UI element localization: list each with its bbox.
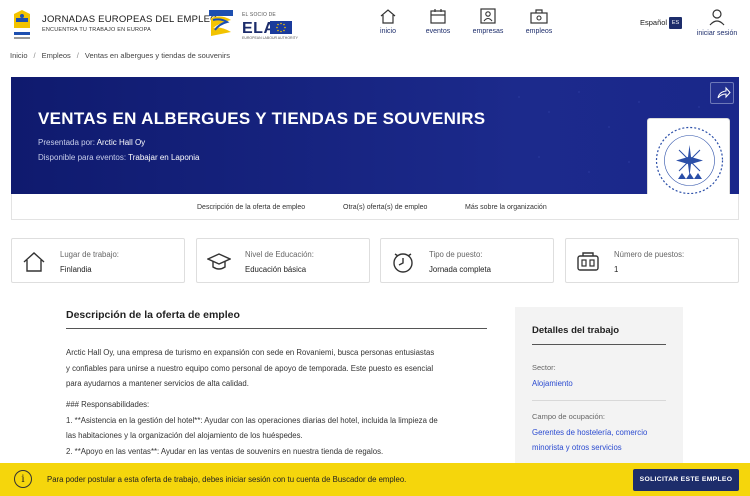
job-tabs: Descripción de la oferta de empleo Otra(…: [11, 194, 739, 220]
job-hero-banner: VENTAS EN ALBERGUES Y TIENDAS DE SOUVENI…: [11, 77, 739, 194]
nav-label-inicio: inicio: [380, 28, 396, 35]
company-logo: [647, 118, 730, 201]
desk-icon: [577, 252, 599, 271]
position-type-label: Tipo de puesto:: [429, 250, 483, 259]
responsibilities-heading: ### Responsabilidades:: [66, 400, 150, 409]
login-required-text: Para poder postular a esta oferta de tra…: [47, 475, 407, 484]
rovaniemi-logo-icon: [655, 126, 724, 195]
share-button[interactable]: [710, 82, 734, 104]
breadcrumb-separator: /: [76, 51, 79, 60]
details-separator: [532, 400, 666, 401]
breadcrumb-empleos[interactable]: Empleos: [42, 51, 71, 60]
occupation-field-value[interactable]: Gerentes de hostelería, comercio minoris…: [532, 425, 672, 455]
clock-icon: [393, 253, 413, 273]
job-title: VENTAS EN ALBERGUES Y TIENDAS DE SOUVENI…: [38, 109, 486, 128]
occupation-field-label: Campo de ocupación:: [532, 412, 605, 421]
eu-flag-icon: [270, 21, 292, 34]
responsibilities-list: ### Responsabilidades: 1. **Asistencia e…: [66, 397, 496, 459]
calendar-icon: [430, 9, 446, 24]
partner-label: EL SOCIO DE: [242, 12, 276, 18]
briefcase-icon: [530, 9, 548, 24]
breadcrumb-current: Ventas en albergues y tiendas de souveni…: [84, 51, 230, 60]
job-details-panel: Detalles del trabajo Sector: Alojamiento…: [515, 307, 683, 477]
tab-organization[interactable]: Más sobre la organización: [465, 204, 547, 211]
available-events-label: Disponible para eventos:: [38, 153, 127, 162]
breadcrumb-separator: /: [33, 51, 36, 60]
breadcrumb-inicio[interactable]: Inicio: [10, 51, 28, 60]
presented-by: Presentada por: Arctic Hall Oy: [38, 138, 145, 147]
info-icon: i: [14, 470, 32, 488]
card-positions: Número de puestos: 1: [565, 238, 739, 283]
language-code-badge[interactable]: ES: [669, 17, 682, 29]
workplace-label: Lugar de trabajo:: [60, 250, 119, 259]
education-value: Educación básica: [245, 265, 307, 274]
share-icon: [717, 86, 731, 99]
graduation-cap-icon: [207, 253, 231, 270]
company-name-link[interactable]: Arctic Hall Oy: [97, 138, 145, 147]
login-required-banner: i Para poder postular a esta oferta de t…: [0, 463, 750, 496]
brand-subtitle: ENCUENTRA TU TRABAJO EN EUROPA: [42, 27, 151, 33]
presented-by-label: Presentada por:: [38, 138, 95, 147]
tab-other-offers[interactable]: Otra(s) oferta(s) de empleo: [343, 204, 427, 211]
sector-value[interactable]: Alojamiento: [532, 376, 672, 391]
nav-empleos[interactable]: empleos: [514, 8, 564, 35]
description-paragraph: Arctic Hall Oy, una empresa de turismo e…: [66, 345, 496, 392]
eures-mark-icon[interactable]: [207, 8, 235, 38]
description-line: y confiables para unirse a nuestro equip…: [66, 363, 434, 373]
breadcrumb: Inicio / Empleos / Ventas en albergues y tie…: [10, 51, 230, 60]
event-link[interactable]: Trabajar en Laponia: [128, 153, 199, 162]
login-label: iniciar sesión: [696, 30, 738, 37]
house-icon: [23, 252, 45, 272]
user-icon: [709, 9, 725, 26]
responsibility-item: 2. **Apoyo en las ventas**: Ayudar en la…: [66, 446, 384, 456]
login-button[interactable]: iniciar sesión: [692, 8, 742, 37]
description-divider: [66, 328, 487, 329]
position-type-value: Jornada completa: [429, 265, 491, 274]
nav-label-eventos: eventos: [425, 28, 451, 35]
ela-subtitle: EUROPEAN LABOUR AUTHORITY: [242, 36, 299, 40]
card-education: Nivel de Educación: Educación básica: [196, 238, 370, 283]
responsibility-item: las habitaciones y la organización del a…: [66, 431, 303, 440]
site-header: JORNADAS EUROPEAS DEL EMPLEO ENCUENTRA T…: [0, 0, 750, 46]
sector-label: Sector:: [532, 363, 556, 372]
description-line: para ayudarnos a mantener servicios de a…: [66, 379, 249, 388]
companies-icon: [480, 8, 496, 24]
nav-inicio[interactable]: inicio: [363, 8, 413, 35]
tab-description[interactable]: Descripción de la oferta de empleo: [197, 204, 305, 211]
card-workplace: Lugar de trabajo: Finlandia: [11, 238, 185, 283]
nav-empresas[interactable]: empresas: [463, 8, 513, 35]
description-title: Descripción de la oferta de empleo: [66, 309, 240, 321]
available-events: Disponible para eventos: Trabajar en Lap…: [38, 153, 199, 162]
nav-eventos[interactable]: eventos: [413, 8, 463, 35]
job-details-divider: [532, 344, 666, 345]
workplace-value: Finlandia: [60, 265, 92, 274]
nav-label-empresas: empresas: [472, 28, 504, 35]
responsibility-item: 1. **Asistencia en la gestión del hotel*…: [66, 415, 438, 425]
home-icon: [380, 9, 396, 24]
eures-logo-icon[interactable]: [12, 8, 32, 42]
nav-label-empleos: empleos: [525, 28, 553, 35]
job-details-title: Detalles del trabajo: [532, 325, 620, 336]
positions-value: 1: [614, 265, 619, 274]
card-position-type: Tipo de puesto: Jornada completa: [380, 238, 554, 283]
apply-button[interactable]: SOLICITAR ESTE EMPLEO: [633, 469, 739, 491]
description-line: Arctic Hall Oy, una empresa de turismo e…: [66, 348, 435, 357]
positions-label: Número de puestos:: [614, 250, 685, 259]
brand-title[interactable]: JORNADAS EUROPEAS DEL EMPLEO: [42, 14, 218, 25]
language-selector[interactable]: Español: [640, 18, 667, 27]
education-label: Nivel de Educación:: [245, 250, 314, 259]
